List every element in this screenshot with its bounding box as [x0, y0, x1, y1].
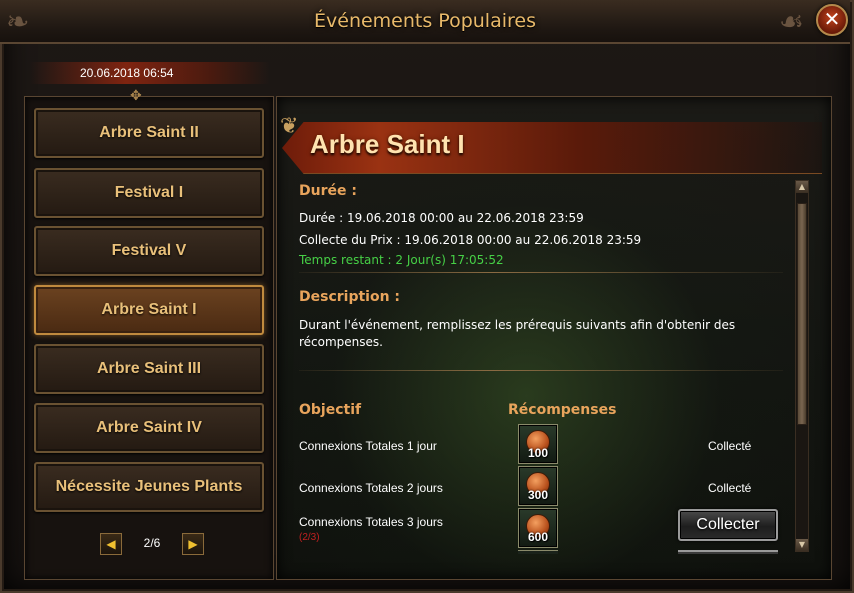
objective-text: Connexions Totales 1 jour	[299, 439, 437, 453]
event-title: Arbre Saint I	[310, 129, 465, 159]
status-collected: Collecté	[708, 439, 752, 453]
objective-text: Connexions Totales 3 jours	[299, 515, 443, 529]
pager: ◀ 2/6 ▶	[100, 533, 204, 555]
remaining-time: Temps restant : 2 Jour(s) 17:05:52	[299, 253, 504, 267]
duration-line: Durée : 19.06.2018 00:00 au 22.06.2018 2…	[299, 211, 584, 225]
collect-button[interactable]: Collecter	[678, 509, 778, 541]
corner-ornament-icon: ☙	[778, 5, 804, 38]
banner-ornament-icon: ❦	[280, 114, 299, 139]
close-button[interactable]: ✕	[816, 4, 848, 36]
reward-slot[interactable]: 100	[518, 424, 558, 464]
objective-progress: (2/3)	[299, 532, 320, 543]
collect-button-partial	[678, 550, 778, 554]
rewards-heading: Récompenses	[508, 402, 617, 418]
next-page-button[interactable]: ▶	[182, 533, 204, 555]
title-bar: ❧ Événements Populaires ☙	[0, 0, 850, 44]
description-heading: Description :	[299, 289, 401, 305]
reward-quantity: 300	[527, 488, 549, 502]
objective-text: Connexions Totales 2 jours	[299, 481, 443, 495]
page-indicator: 2/6	[143, 536, 161, 550]
status-collected: Collecté	[708, 481, 752, 495]
reward-quantity: 100	[527, 446, 549, 460]
event-item[interactable]: Arbre Saint II	[34, 108, 264, 158]
description-text: récompenses.	[299, 335, 383, 349]
detail-scrollbar[interactable]: ▲ ▼	[795, 180, 809, 552]
reward-quantity: 600	[527, 530, 549, 544]
event-item[interactable]: Arbre Saint IV	[34, 403, 264, 453]
event-item[interactable]: Nécessite Jeunes Plants	[34, 462, 264, 512]
objective-heading: Objectif	[299, 402, 362, 418]
divider	[299, 272, 783, 273]
divider	[299, 370, 783, 371]
event-item[interactable]: Arbre Saint III	[34, 344, 264, 394]
collect-period-line: Collecte du Prix : 19.06.2018 00:00 au 2…	[299, 233, 642, 247]
reward-slot[interactable]: 300	[518, 466, 558, 506]
reward-slot-partial	[518, 550, 558, 554]
prev-page-button[interactable]: ◀	[100, 533, 122, 555]
panel-ornament-icon: ✥	[130, 88, 142, 104]
scroll-up-icon[interactable]: ▲	[796, 181, 808, 193]
reward-slot[interactable]: 600	[518, 508, 558, 548]
event-item[interactable]: Festival I	[34, 168, 264, 218]
server-date: 20.06.2018 06:54	[80, 66, 174, 80]
description-text: Durant l'événement, remplissez les prére…	[299, 318, 736, 332]
scroll-down-icon[interactable]: ▼	[796, 539, 808, 551]
duration-heading: Durée :	[299, 183, 357, 199]
scroll-thumb[interactable]	[797, 203, 807, 425]
event-item[interactable]: Festival V	[34, 226, 264, 276]
event-item-active[interactable]: Arbre Saint I	[34, 285, 264, 335]
